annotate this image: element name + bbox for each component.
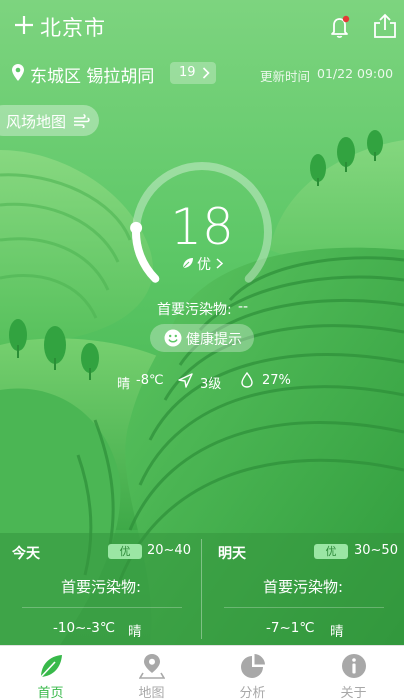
aqi-level-label: 优 — [197, 257, 211, 273]
forecast-pollutant-label: 首要污染物: — [60, 578, 142, 596]
health-tips-button[interactable]: 健康提示 — [150, 324, 254, 352]
tab-about[interactable]: 关于 — [303, 646, 404, 700]
forecast-aqi-range: 20~40 — [147, 543, 191, 558]
wind-icon — [74, 114, 90, 128]
divider — [22, 607, 182, 608]
forecast-level-badge: 优 — [108, 544, 142, 559]
city-name[interactable]: 北京市 — [40, 12, 106, 42]
location-name[interactable]: 东城区 锡拉胡同 — [30, 62, 154, 87]
forecast-temp-range: -7~1℃ — [266, 620, 315, 636]
leaf-icon — [40, 655, 62, 678]
chevron-right-icon — [202, 67, 210, 79]
tab-home[interactable]: 首页 — [0, 646, 101, 700]
aqi-value[interactable]: 18 — [128, 198, 276, 256]
info-icon — [342, 654, 366, 678]
forecast-condition: 晴 — [128, 624, 142, 640]
weather-temperature: -8℃ — [136, 373, 164, 388]
wind-map-label: 风场地图 — [6, 113, 67, 131]
tab-analysis[interactable]: 分析 — [202, 646, 303, 700]
add-city-icon[interactable] — [14, 14, 34, 36]
wind-direction-icon — [178, 373, 193, 388]
location-row: 东城区 锡拉胡同 19 更新时间 01/22 09:00 — [0, 60, 404, 88]
forecast-aqi-range: 30~50 — [354, 543, 398, 558]
health-tips-label: 健康提示 — [186, 332, 242, 348]
map-pin-icon — [139, 654, 165, 679]
update-time-value: 01/22 09:00 — [317, 66, 394, 81]
forecast-tomorrow[interactable]: 明天 优 30~50 首要污染物: -7~1℃ 晴 — [202, 533, 404, 645]
forecast-day-label: 今天 — [12, 546, 40, 562]
tab-label: 地图 — [138, 686, 165, 700]
current-weather-row: 晴 -8℃ 3级 27% — [0, 371, 404, 392]
forecast-level-badge: 优 — [314, 544, 348, 559]
forecast-today[interactable]: 今天 优 20~40 首要污染物: -10~-3℃ 晴 — [0, 533, 202, 645]
chevron-right-icon — [216, 258, 223, 269]
station-count-badge[interactable]: 19 — [170, 62, 216, 84]
bottom-tab-bar: 首页 地图 分析 关于 — [0, 645, 404, 700]
share-icon[interactable] — [371, 13, 399, 39]
header: 北京市 — [0, 0, 404, 52]
tab-label: 分析 — [239, 686, 266, 700]
station-count: 19 — [179, 65, 196, 80]
forecast-pollutant-label: 首要污染物: — [262, 578, 344, 596]
tab-label: 关于 — [340, 686, 367, 700]
divider — [224, 607, 384, 608]
smile-icon — [164, 329, 182, 347]
tab-label: 首页 — [37, 686, 64, 700]
tab-map[interactable]: 地图 — [101, 646, 202, 700]
forecast-panel: 今天 优 20~40 首要污染物: -10~-3℃ 晴 明天 优 30~50 首… — [0, 533, 404, 645]
location-pin-icon — [12, 64, 24, 81]
primary-pollutant-value: -- — [238, 299, 249, 315]
aqi-level-link[interactable]: 优 — [180, 254, 230, 274]
forecast-temp-range: -10~-3℃ — [53, 620, 115, 636]
humidity-drop-icon — [241, 372, 253, 388]
leaf-icon — [182, 258, 193, 269]
primary-pollutant-label: 首要污染物: — [157, 302, 232, 318]
home-screen: 北京市 东城区 锡拉胡同 19 更新时间 01/22 09:00 风场地图 18… — [0, 0, 404, 645]
notification-bell-icon[interactable] — [327, 14, 353, 40]
weather-condition: 晴 — [117, 377, 131, 392]
wind-level: 3级 — [200, 377, 222, 392]
forecast-day-label: 明天 — [218, 546, 246, 562]
pie-chart-icon — [241, 654, 265, 678]
forecast-condition: 晴 — [330, 624, 344, 640]
wind-map-button[interactable]: 风场地图 — [0, 105, 99, 136]
update-time-label: 更新时间 — [260, 69, 311, 84]
humidity-value: 27% — [262, 373, 291, 388]
